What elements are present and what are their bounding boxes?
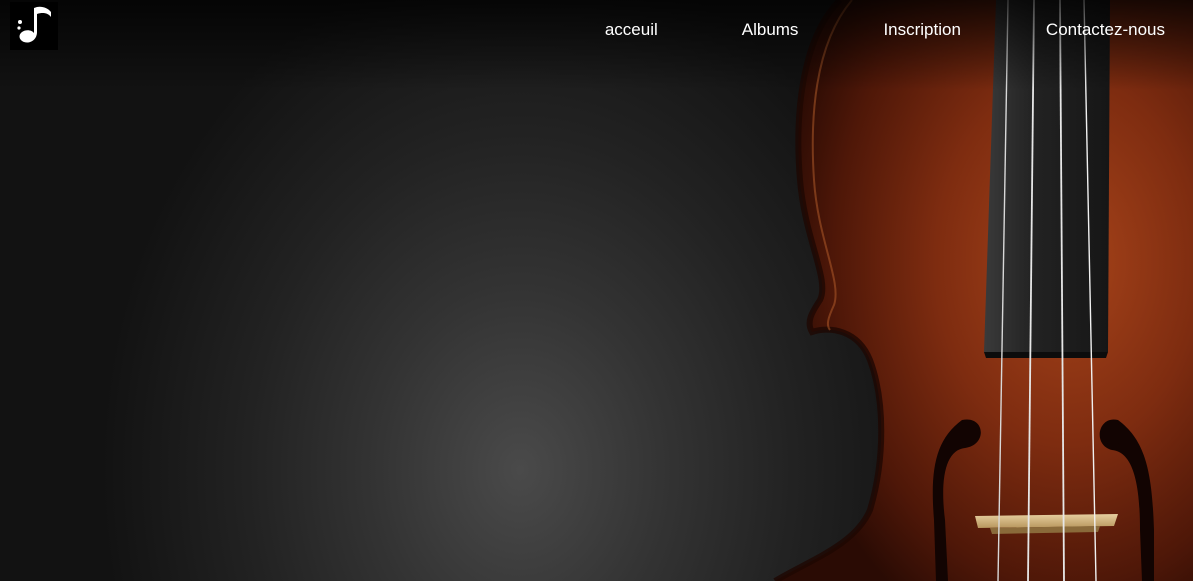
violin-body [775, 0, 1193, 581]
nav-link-contact[interactable]: Contactez-nous [1046, 20, 1165, 40]
nav-link-inscription[interactable]: Inscription [883, 20, 960, 40]
nav-link-acceuil[interactable]: acceuil [605, 20, 658, 40]
bridge [975, 514, 1118, 528]
main-nav: acceuil Albums Inscription Contactez-nou… [605, 0, 1193, 60]
nav-link-albums[interactable]: Albums [742, 20, 799, 40]
violin-image [773, 0, 1193, 581]
music-note-icon [10, 2, 58, 50]
logo[interactable] [10, 2, 58, 50]
page: acceuil Albums Inscription Contactez-nou… [0, 0, 1193, 581]
